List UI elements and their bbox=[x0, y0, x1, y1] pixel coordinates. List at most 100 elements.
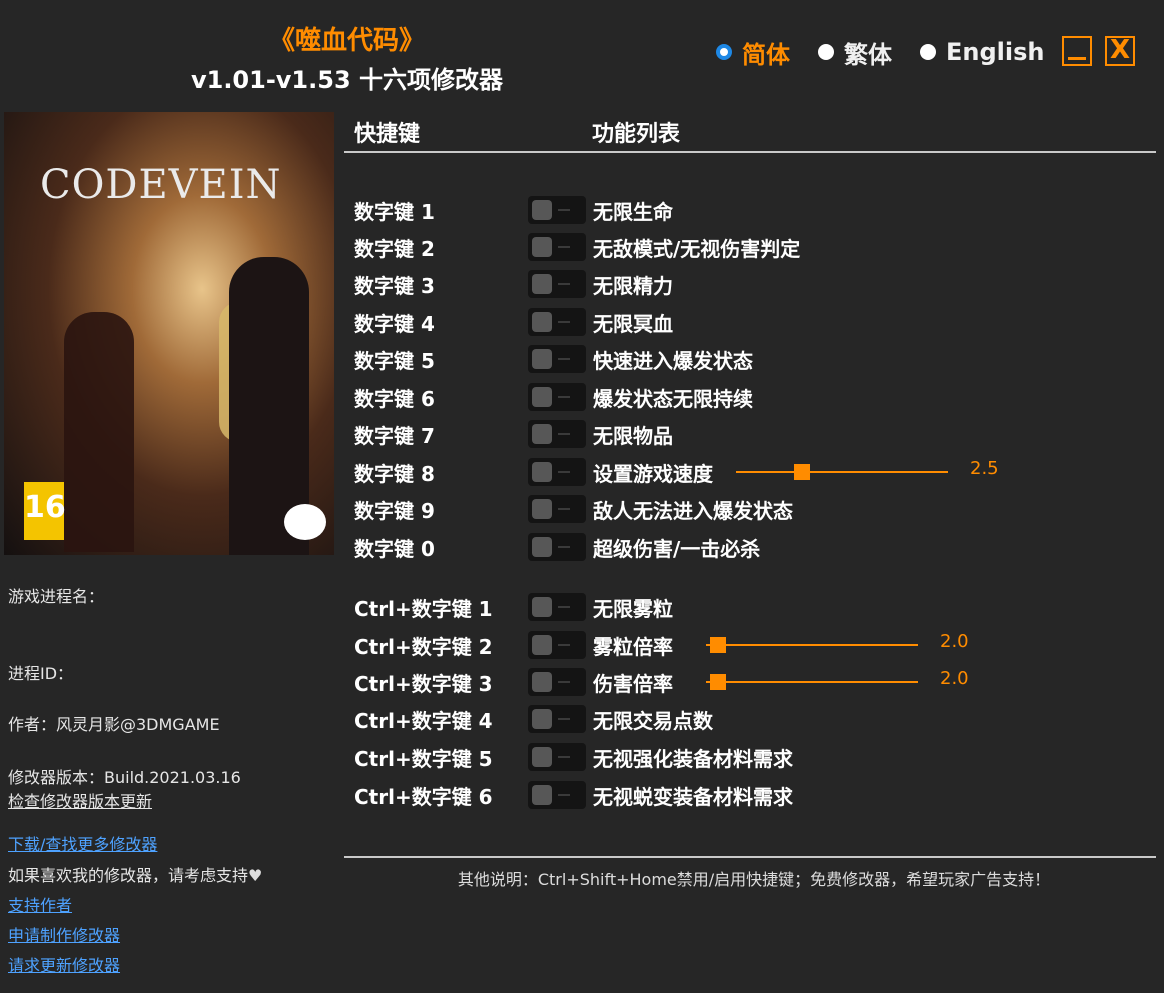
cheat-function-label: 无视强化装备材料需求 bbox=[593, 747, 793, 771]
request-update-link[interactable]: 请求更新修改器 bbox=[8, 952, 120, 976]
cheat-function-label: 无限生命 bbox=[593, 200, 673, 224]
cheat-toggle[interactable] bbox=[528, 458, 586, 486]
lang-label: 繁体 bbox=[844, 40, 892, 69]
slider-value: 2.5 bbox=[970, 458, 999, 479]
hotkey-label: 数字键 4 bbox=[354, 312, 435, 336]
toggle-knob-icon bbox=[532, 424, 552, 444]
toggle-track-line bbox=[558, 756, 570, 758]
slider-thumb[interactable] bbox=[710, 637, 726, 653]
publisher-logo bbox=[284, 504, 326, 540]
cheat-function-label: 爆发状态无限持续 bbox=[593, 387, 753, 411]
slider-thumb[interactable] bbox=[794, 464, 810, 480]
cheat-toggle[interactable] bbox=[528, 781, 586, 809]
toggle-track-line bbox=[558, 718, 570, 720]
cheat-row: Ctrl+数字键 1 无限雾粒 bbox=[352, 589, 1152, 625]
cheat-row: Ctrl+数字键 4 无限交易点数 bbox=[352, 701, 1152, 737]
cheat-toggle[interactable] bbox=[528, 345, 586, 373]
footer-note: 其他说明：Ctrl+Shift+Home禁用/启用快捷键；免费修改器，希望玩家广… bbox=[457, 870, 1051, 889]
cover-figure-left bbox=[64, 312, 134, 552]
cheat-toggle[interactable] bbox=[528, 420, 586, 448]
cheat-function-label: 无限交易点数 bbox=[593, 709, 713, 733]
heart-icon: ♥ bbox=[248, 866, 263, 885]
cheat-toggle[interactable] bbox=[528, 495, 586, 523]
toggle-track-line bbox=[558, 644, 570, 646]
cheat-toggle[interactable] bbox=[528, 196, 586, 224]
hotkey-label: Ctrl+数字键 6 bbox=[354, 785, 493, 809]
toggle-knob-icon bbox=[532, 597, 552, 617]
cover-logo: CODEVEIN bbox=[40, 162, 282, 208]
slider-value: 2.0 bbox=[940, 631, 969, 652]
value-slider[interactable] bbox=[706, 631, 918, 659]
lang-label: English bbox=[946, 38, 1045, 66]
function-column-header: 功能列表 bbox=[592, 122, 681, 147]
cheat-function-label: 设置游戏速度 bbox=[593, 462, 713, 486]
lang-label: 简体 bbox=[742, 40, 790, 69]
toggle-track-line bbox=[558, 283, 570, 285]
cheat-row: Ctrl+数字键 3 伤害倍率 2.0 bbox=[352, 664, 1152, 700]
cheat-function-label: 无限雾粒 bbox=[593, 597, 673, 621]
minimize-button[interactable] bbox=[1062, 36, 1092, 66]
process-name-label: 游戏进程名： bbox=[8, 587, 105, 606]
toggle-track-line bbox=[558, 606, 570, 608]
hotkey-label: Ctrl+数字键 5 bbox=[354, 747, 493, 771]
header-divider bbox=[344, 151, 1156, 153]
cheat-toggle[interactable] bbox=[528, 743, 586, 771]
hotkey-column-header: 快捷键 bbox=[354, 122, 421, 147]
toggle-knob-icon bbox=[532, 387, 552, 407]
slider-track bbox=[736, 471, 948, 473]
toggle-knob-icon bbox=[532, 499, 552, 519]
toggle-knob-icon bbox=[532, 635, 552, 655]
toggle-track-line bbox=[558, 396, 570, 398]
radio-icon bbox=[818, 44, 834, 60]
download-more-link[interactable]: 下载/查找更多修改器 bbox=[8, 831, 157, 855]
cheat-toggle[interactable] bbox=[528, 383, 586, 411]
toggle-knob-icon bbox=[532, 672, 552, 692]
cheat-row: 数字键 9 敌人无法进入爆发状态 bbox=[352, 491, 1152, 527]
lang-simplified[interactable]: 简体 bbox=[716, 38, 790, 69]
cheat-function-label: 伤害倍率 bbox=[593, 672, 673, 696]
slider-thumb[interactable] bbox=[710, 674, 726, 690]
value-slider[interactable] bbox=[736, 458, 948, 486]
close-button[interactable]: X bbox=[1105, 35, 1135, 66]
cheat-toggle[interactable] bbox=[528, 631, 586, 659]
hotkey-label: Ctrl+数字键 4 bbox=[354, 709, 493, 733]
cheat-function-label: 超级伤害/一击必杀 bbox=[593, 537, 761, 561]
radio-icon bbox=[920, 44, 936, 60]
cheat-row: 数字键 1 无限生命 bbox=[352, 192, 1152, 228]
hotkey-label: 数字键 7 bbox=[354, 424, 435, 448]
toggle-track-line bbox=[558, 321, 570, 323]
toggle-knob-icon bbox=[532, 200, 552, 220]
request-make-link[interactable]: 申请制作修改器 bbox=[8, 922, 120, 946]
hotkey-label: 数字键 6 bbox=[354, 387, 435, 411]
trainer-version-title: v1.01-v1.53 十六项修改器 bbox=[190, 66, 504, 94]
toggle-track-line bbox=[558, 358, 570, 360]
cheat-row: 数字键 2 无敌模式/无视伤害判定 bbox=[352, 229, 1152, 265]
close-icon: X bbox=[1109, 35, 1131, 65]
support-text-label: 如果喜欢我的修改器，请考虑支持 bbox=[8, 866, 249, 885]
radio-selected-icon bbox=[716, 44, 732, 60]
slider-track bbox=[706, 681, 918, 683]
value-slider[interactable] bbox=[706, 668, 918, 696]
cheat-toggle[interactable] bbox=[528, 668, 586, 696]
cheat-toggle[interactable] bbox=[528, 233, 586, 261]
cheat-function-label: 雾粒倍率 bbox=[593, 635, 673, 659]
cheat-function-label: 无敌模式/无视伤害判定 bbox=[593, 237, 801, 261]
cheat-toggle[interactable] bbox=[528, 270, 586, 298]
cheat-function-label: 无限物品 bbox=[593, 424, 673, 448]
lang-traditional[interactable]: 繁体 bbox=[818, 38, 892, 69]
cheat-row: 数字键 5 快速进入爆发状态 bbox=[352, 341, 1152, 377]
check-update-link[interactable]: 检查修改器版本更新 bbox=[8, 788, 152, 812]
support-author-link[interactable]: 支持作者 bbox=[8, 892, 72, 916]
lang-english[interactable]: English bbox=[920, 38, 1044, 66]
cheat-row: Ctrl+数字键 2 雾粒倍率 2.0 bbox=[352, 627, 1152, 663]
cheat-toggle[interactable] bbox=[528, 593, 586, 621]
toggle-knob-icon bbox=[532, 537, 552, 557]
hotkey-label: Ctrl+数字键 1 bbox=[354, 597, 493, 621]
cheat-function-label: 无限冥血 bbox=[593, 312, 673, 336]
cheat-toggle[interactable] bbox=[528, 705, 586, 733]
hotkey-label: Ctrl+数字键 2 bbox=[354, 635, 493, 659]
toggle-track-line bbox=[558, 508, 570, 510]
cheat-row: 数字键 3 无限精力 bbox=[352, 266, 1152, 302]
cheat-toggle[interactable] bbox=[528, 533, 586, 561]
cheat-toggle[interactable] bbox=[528, 308, 586, 336]
